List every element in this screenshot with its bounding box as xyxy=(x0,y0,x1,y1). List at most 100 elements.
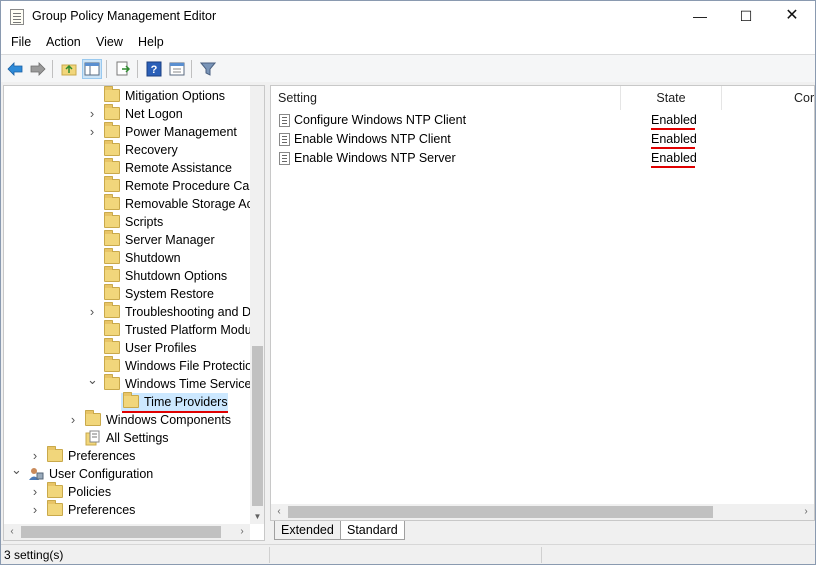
folder-icon xyxy=(104,194,120,210)
expand-chevron-icon[interactable]: › xyxy=(68,411,78,429)
list-item[interactable]: Enable Windows NTP Server Enabled xyxy=(271,149,814,168)
tree-item[interactable]: Shutdown Options xyxy=(4,266,250,285)
folder-icon xyxy=(104,158,120,174)
folder-icon xyxy=(47,500,63,516)
scroll-thumb[interactable] xyxy=(288,506,713,518)
export-list-icon[interactable] xyxy=(113,59,133,79)
folder-icon xyxy=(104,356,120,372)
scroll-thumb[interactable] xyxy=(21,526,221,538)
up-folder-icon[interactable] xyxy=(59,59,79,79)
back-icon[interactable] xyxy=(5,59,25,79)
tree-item[interactable]: › Troubleshooting and Di xyxy=(4,302,250,321)
tree-item-label: All Settings xyxy=(106,431,169,445)
tree-item[interactable]: Server Manager xyxy=(4,230,250,249)
tree-horizontal-scrollbar[interactable]: ‹ › xyxy=(4,524,250,540)
close-button[interactable]: ✕ xyxy=(769,1,815,32)
column-header-setting[interactable]: Setting xyxy=(271,86,621,110)
scroll-right-icon[interactable]: › xyxy=(234,524,250,540)
tree-item-label: Power Management xyxy=(125,125,237,139)
tree-item[interactable]: › Preferences xyxy=(4,500,250,519)
tree-item[interactable]: › Policies xyxy=(4,482,250,501)
menu-view[interactable]: View xyxy=(96,35,123,49)
tree-item[interactable]: Windows File Protectior xyxy=(4,356,250,375)
tree-item[interactable]: ⌄ Windows Time Service xyxy=(4,372,250,393)
tree-item[interactable]: › Power Management xyxy=(4,122,250,141)
tree-item[interactable]: › Preferences xyxy=(4,446,250,465)
folder-icon xyxy=(104,338,120,354)
expand-chevron-icon[interactable]: › xyxy=(30,501,40,519)
tree-item[interactable]: User Profiles xyxy=(4,338,250,357)
tab-extended[interactable]: Extended xyxy=(274,521,341,540)
menu-file[interactable]: File xyxy=(11,35,31,49)
status-bar: 3 setting(s) xyxy=(1,544,815,564)
view-tabs: Extended Standard xyxy=(270,521,815,541)
tab-standard[interactable]: Standard xyxy=(340,521,405,540)
scroll-down-icon[interactable]: ▼ xyxy=(250,509,264,524)
tree-item[interactable]: Shutdown xyxy=(4,248,250,267)
tree-item[interactable]: ⌄ User Configuration xyxy=(4,462,250,483)
tree-item-label: Shutdown xyxy=(125,251,181,265)
app-window: Group Policy Management Editor — ☐ ✕ Fil… xyxy=(0,0,816,565)
tree-item[interactable]: Remote Procedure Call xyxy=(4,176,250,195)
scroll-right-icon[interactable]: › xyxy=(798,504,814,520)
column-header-state[interactable]: State xyxy=(621,86,722,110)
tree-item-label: Shutdown Options xyxy=(125,269,228,283)
scroll-left-icon[interactable]: ‹ xyxy=(271,504,287,520)
filter-icon[interactable] xyxy=(198,59,218,79)
list-item[interactable]: Configure Windows NTP Client Enabled xyxy=(271,111,814,130)
expand-chevron-icon[interactable]: › xyxy=(30,447,40,465)
tree-item[interactable]: Recovery xyxy=(4,140,250,159)
menu-action[interactable]: Action xyxy=(46,35,81,49)
tree-item[interactable]: System Restore xyxy=(4,284,250,303)
folder-icon xyxy=(123,392,139,408)
menu-help[interactable]: Help xyxy=(138,35,164,49)
tree-item[interactable]: Removable Storage Acc xyxy=(4,194,250,213)
expand-chevron-icon[interactable]: › xyxy=(87,123,97,141)
setting-name: Enable Windows NTP Client xyxy=(294,132,451,146)
status-separator xyxy=(541,547,542,563)
status-separator xyxy=(269,547,270,563)
tree-item[interactable]: Remote Assistance xyxy=(4,158,250,177)
tree-item[interactable]: Trusted Platform Modul xyxy=(4,320,250,339)
tree-item[interactable]: Scripts xyxy=(4,212,250,231)
tree-item[interactable]: › Windows Components xyxy=(4,410,250,429)
setting-name: Enable Windows NTP Server xyxy=(294,151,456,165)
tree-item[interactable]: Mitigation Options xyxy=(4,86,250,105)
folder-icon xyxy=(104,248,120,264)
tree-item-label: Windows Components xyxy=(106,413,232,427)
folder-icon xyxy=(104,104,120,120)
expand-chevron-icon[interactable]: › xyxy=(30,483,40,501)
menu-bar: File Action View Help xyxy=(1,32,815,54)
properties-icon[interactable] xyxy=(167,59,187,79)
folder-icon xyxy=(104,320,120,336)
maximize-button[interactable]: ☐ xyxy=(723,1,769,32)
svg-text:?: ? xyxy=(151,64,158,76)
folder-icon xyxy=(104,230,120,246)
list-horizontal-scrollbar[interactable]: ‹ › xyxy=(271,504,814,520)
folder-icon xyxy=(47,446,63,462)
collapse-chevron-icon[interactable]: ⌄ xyxy=(11,461,22,479)
status-text: 3 setting(s) xyxy=(4,548,64,562)
expand-chevron-icon[interactable]: › xyxy=(87,105,97,123)
folder-icon xyxy=(104,212,120,228)
folder-icon xyxy=(104,86,120,102)
show-hide-tree-icon[interactable] xyxy=(82,59,102,79)
collapse-chevron-icon[interactable]: ⌄ xyxy=(87,371,98,389)
column-header-comment[interactable]: Cor xyxy=(722,86,814,110)
minimize-button[interactable]: — xyxy=(677,1,723,32)
tree-item-label: Windows File Protectior xyxy=(125,359,250,373)
folder-icon xyxy=(104,122,120,138)
tree-item-label: User Profiles xyxy=(125,341,197,355)
tree-item[interactable]: All Settings xyxy=(4,429,250,447)
help-icon[interactable]: ? xyxy=(144,59,164,79)
forward-icon[interactable] xyxy=(28,59,48,79)
tree-vertical-scrollbar[interactable]: ▼ xyxy=(250,86,264,524)
scroll-left-icon[interactable]: ‹ xyxy=(4,524,20,540)
scroll-thumb[interactable] xyxy=(252,346,263,506)
list-item[interactable]: Enable Windows NTP Client Enabled xyxy=(271,130,814,149)
tree-item[interactable]: Time Providers xyxy=(4,392,250,411)
folder-icon xyxy=(104,140,120,156)
tree-item[interactable]: › Net Logon xyxy=(4,104,250,123)
tree-item-label: Time Providers xyxy=(144,395,228,409)
expand-chevron-icon[interactable]: › xyxy=(87,303,97,321)
